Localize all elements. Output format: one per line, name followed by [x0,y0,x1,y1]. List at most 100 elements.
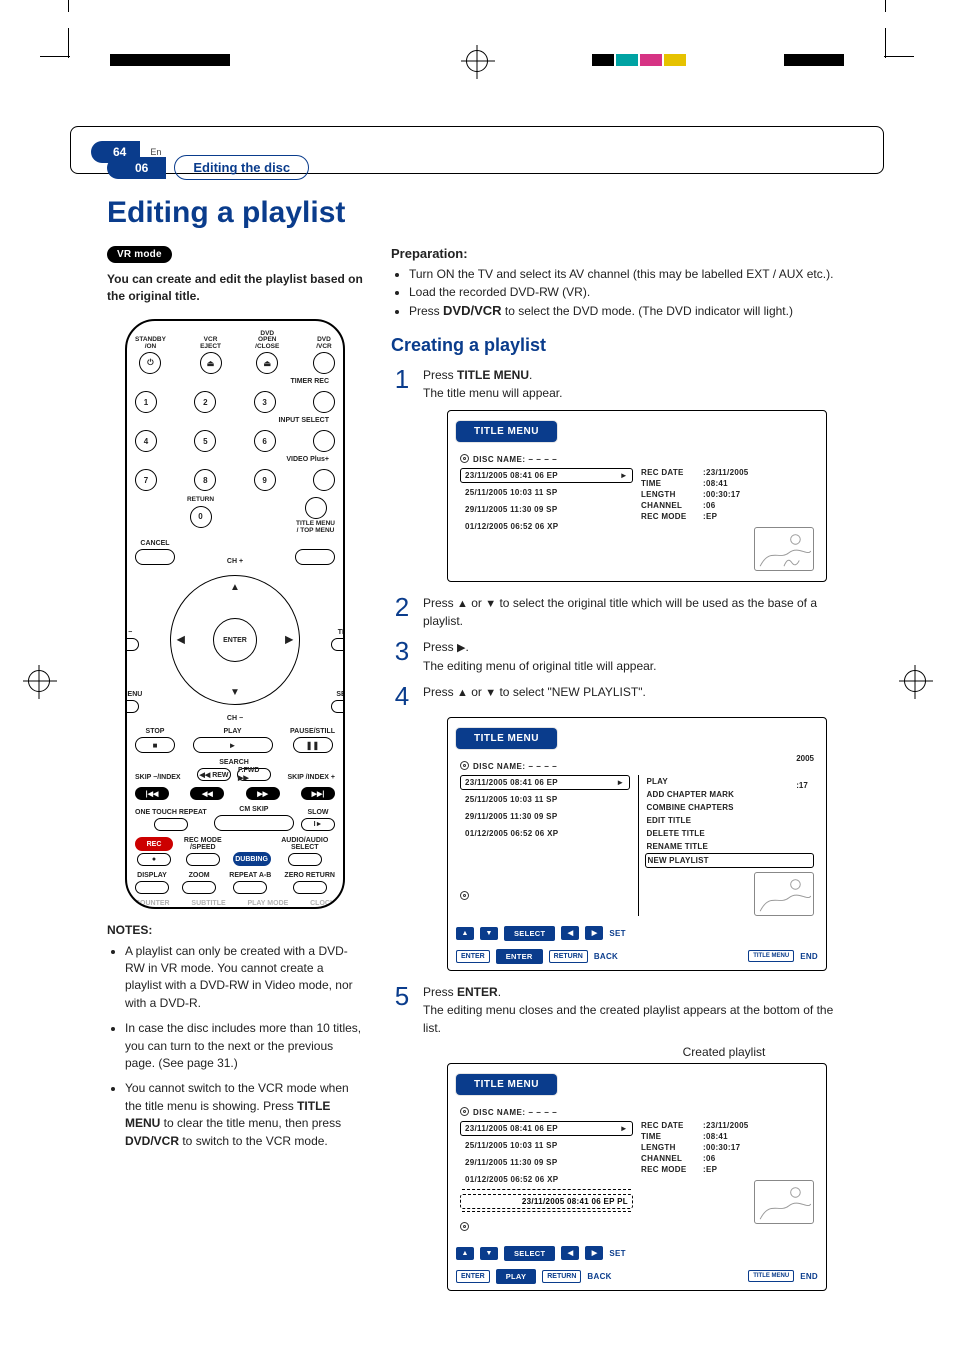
nav-down-icon[interactable]: ▼ [230,687,240,698]
info-label: REC DATE [641,1121,699,1130]
edit-edit-title[interactable]: EDIT TITLE [645,814,815,827]
input-select-button[interactable] [313,430,335,452]
dubbing-button[interactable]: DUBBING [233,852,271,866]
videoplus-button[interactable] [313,469,335,491]
dvd-vcr-button[interactable] [313,352,335,374]
remote-label: SUBTITLE [191,900,225,907]
enter-button[interactable]: ENTER [213,618,257,662]
info-value: :00:30:17 [703,490,740,499]
title-row-selected[interactable]: 23/11/2005 08:41 06 EP [460,775,630,790]
remote-label: CM SKIP [239,806,268,813]
rec-mode-button[interactable] [186,853,220,866]
title-row[interactable]: 01/12/2005 06:52 06 XP [460,1172,633,1187]
skip-fwd-button[interactable]: ▶▶| [301,787,335,800]
digit-7-button[interactable]: 7 [135,469,157,491]
title-row[interactable]: 29/11/2005 11:30 09 SP [460,1155,633,1170]
digit-8-button[interactable]: 8 [194,469,216,491]
standby-button[interactable]: ⏻ [139,352,161,374]
timer-rec-button[interactable] [313,391,335,413]
seek-back-button[interactable]: ◀◀ [190,787,224,800]
nav-left-icon[interactable]: ◀ [177,635,185,646]
page-frame: 06 Editing the disc Editing a playlist V… [70,126,884,174]
preparation-heading: Preparation: [391,246,468,261]
edit-rename-title[interactable]: RENAME TITLE [645,840,815,853]
digit-2-button[interactable]: 2 [194,391,216,413]
dvd-menu-button[interactable] [125,700,139,713]
vcr-eject-button[interactable]: ⏏ [200,352,222,374]
title-row[interactable]: 01/12/2005 06:52 06 XP [460,826,630,841]
display-button[interactable] [135,881,169,894]
crop-mark [68,0,69,12]
up-key-icon: ▲ [456,927,474,940]
section-title: Editing the disc [174,155,309,180]
trk-plus-button[interactable] [331,638,345,651]
prep-item: Turn ON the TV and select its AV channel… [409,265,847,283]
title-menu-button[interactable] [295,549,335,565]
up-key-icon: ▲ [456,1247,474,1260]
digit-3-button[interactable]: 3 [254,391,276,413]
preparation-block: Preparation: Turn ON the TV and select i… [391,246,847,321]
zoom-button[interactable] [182,881,216,894]
zero-return-button[interactable] [293,881,327,894]
title-row[interactable]: 25/11/2005 10:03 11 SP [460,792,630,807]
title-row[interactable]: 25/11/2005 10:03 11 SP [460,485,633,500]
trk-minus-button[interactable] [125,638,139,651]
title-row[interactable]: 25/11/2005 10:03 11 SP [460,1138,633,1153]
play-label: PLAY [496,1269,537,1284]
title-row[interactable]: 29/11/2005 11:30 09 SP [460,502,633,517]
pause-button[interactable]: ❚❚ [293,737,333,753]
step-text: to select "NEW PLAYLIST". [496,685,646,699]
title-menu-screenshot-3: TITLE MENU DISC NAME: − − − − 23/11/2005… [447,1063,827,1291]
seek-fwd-button[interactable]: ▶▶ [246,787,280,800]
title-row[interactable]: 29/11/2005 11:30 09 SP [460,809,630,824]
digit-4-button[interactable]: 4 [135,430,157,452]
stop-button[interactable]: ■ [135,737,175,753]
disc-icon [460,454,469,463]
left-column: VR mode You can create and edit the play… [107,246,363,1303]
edit-delete-title[interactable]: DELETE TITLE [645,827,815,840]
slow-button[interactable]: I► [301,818,335,831]
step-text: or [468,596,485,610]
title-row[interactable]: 01/12/2005 06:52 06 XP [460,519,633,534]
nav-up-icon[interactable]: ▲ [230,582,240,593]
digit-5-button[interactable]: 5 [194,430,216,452]
edit-play[interactable]: PLAY [645,775,815,788]
setup-button[interactable] [331,700,345,713]
remote-label: CH − [135,715,335,722]
return-button[interactable] [305,497,327,519]
digit-6-button[interactable]: 6 [254,430,276,452]
remote-label: STOP [146,728,165,735]
info-value: :06 [703,1154,715,1163]
nav-right-icon[interactable]: ▶ [285,635,293,646]
repeat-ab-button[interactable] [233,881,267,894]
edit-combine[interactable]: COMBINE CHAPTERS [645,801,815,814]
cm-skip-button[interactable] [214,815,294,831]
title-row-selected[interactable]: 23/11/2005 08:41 06 EP [460,1121,633,1136]
play-button[interactable]: ► [193,737,273,753]
rew-button[interactable]: ◀◀ REW [197,768,231,781]
step-text: The editing menu of original title will … [423,659,656,673]
lead-text: You can create and edit the playlist bas… [107,271,363,305]
digit-0-button[interactable]: 0 [190,506,212,528]
audio-select-button[interactable] [288,853,322,866]
digit-9-button[interactable]: 9 [254,469,276,491]
up-arrow-icon: ▲ [457,598,468,610]
cancel-button[interactable] [135,549,175,565]
created-playlist-row[interactable]: 23/11/2005 08:41 06 EP PL [460,1194,633,1209]
one-touch-repeat-button[interactable] [154,818,188,831]
step-number: 1 [391,366,413,392]
disc-name-label: DISC NAME: − − − − [473,762,557,771]
edit-new-playlist-selected[interactable]: NEW PLAYLIST [645,853,815,868]
title-row-selected[interactable]: 23/11/2005 08:41 06 EP [460,468,633,483]
rec-button[interactable]: REC [135,837,173,851]
disc-icon [460,761,469,770]
down-key-icon: ▼ [480,1247,498,1260]
ffwd-button[interactable]: F.FWD ▶▶ [237,768,271,781]
skip-back-button[interactable]: |◀◀ [135,787,169,800]
title-menu-screenshot-2: 2005 :17 TITLE MENU DISC NAME: − − − − 2… [447,717,827,971]
edit-add-chapter[interactable]: ADD CHAPTER MARK [645,788,815,801]
remote-label: PLAY MODE [247,900,288,907]
dvd-open-close-button[interactable]: ⏏ [256,352,278,374]
prep-item: Load the recorded DVD-RW (VR). [409,283,847,301]
digit-1-button[interactable]: 1 [135,391,157,413]
